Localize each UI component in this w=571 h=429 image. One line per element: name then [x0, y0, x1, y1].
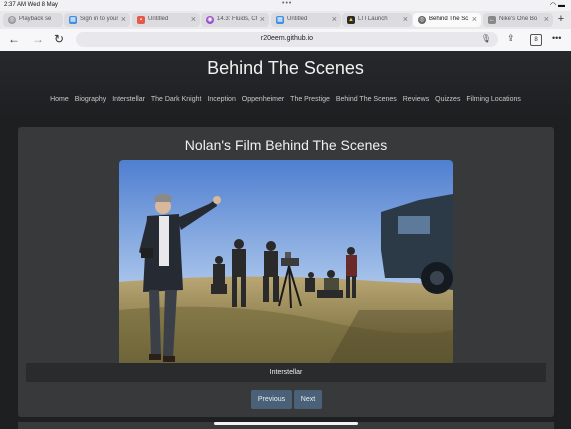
lti-icon: ▲: [347, 16, 355, 24]
gallery-card: Nolan's Film Behind The Scenes Interstel…: [18, 127, 554, 417]
microphone-icon[interactable]: 🎙: [481, 34, 491, 43]
previous-button[interactable]: Previous: [251, 390, 292, 409]
nav-link-inception[interactable]: Inception: [207, 96, 235, 103]
close-icon[interactable]: ×: [544, 14, 549, 24]
nav-link-the-dark-knight[interactable]: The Dark Knight: [151, 96, 202, 103]
tab-untitled-doc[interactable]: ▪ Untitled ×: [132, 13, 200, 27]
nav-link-behind-the-scenes[interactable]: Behind The Scenes: [336, 96, 397, 103]
tab-label: 14.3: Fluids, Ch: [217, 16, 257, 22]
close-icon[interactable]: ×: [260, 14, 265, 24]
new-tab-button[interactable]: +: [555, 13, 567, 27]
nav-link-reviews[interactable]: Reviews: [403, 96, 429, 103]
nav-link-home[interactable]: Home: [50, 96, 69, 103]
status-bar: 2:37 AM Wed 8 May ••• ◠ ▬: [0, 0, 571, 11]
tab-lti-launch[interactable]: ▲ LTI Launch ×: [342, 13, 412, 27]
close-icon[interactable]: ×: [403, 14, 408, 24]
nav-link-oppenheimer[interactable]: Oppenheimer: [242, 96, 284, 103]
tab-label: Nike's One Bo: [499, 16, 538, 22]
home-indicator[interactable]: [214, 422, 358, 425]
tab-label: Behind The Sc: [429, 16, 469, 22]
tab-playback-session[interactable]: ◎ Playback sessi: [3, 13, 63, 27]
forward-icon[interactable]: →: [32, 32, 44, 46]
close-icon[interactable]: ×: [472, 14, 477, 24]
back-arrow-icon: ←: [488, 16, 496, 24]
tab-fluids[interactable]: ◉ 14.3: Fluids, Ch ×: [201, 13, 269, 27]
globe-icon: ◎: [8, 16, 16, 24]
chem-icon: ◉: [206, 16, 214, 24]
globe-icon: ◎: [418, 16, 426, 24]
doc-icon: ▪: [137, 16, 145, 24]
microsoft-icon: ▦: [69, 16, 77, 24]
status-time: 2:37 AM Wed 8 May: [4, 2, 58, 8]
site-nav: Home Biography Interstellar The Dark Kni…: [0, 96, 571, 103]
nav-link-interstellar[interactable]: Interstellar: [112, 96, 145, 103]
nav-link-biography[interactable]: Biography: [75, 96, 107, 103]
url-bar[interactable]: r20eem.github.io 🎙: [76, 32, 498, 47]
tab-nike[interactable]: ← Nike's One Bo ×: [483, 13, 553, 27]
tab-label: LTI Launch: [358, 16, 388, 22]
tab-label: Untitled: [148, 16, 169, 22]
behind-the-scenes-photo: [119, 160, 453, 381]
close-icon[interactable]: ×: [332, 14, 337, 24]
tab-label: Untitled: [287, 16, 308, 22]
url-text: r20eem.github.io: [260, 35, 314, 42]
back-icon[interactable]: ←: [8, 32, 20, 46]
tab-label: Sign in to your: [80, 16, 118, 22]
gallery-heading: Nolan's Film Behind The Scenes: [184, 137, 388, 153]
tab-sign-in[interactable]: ▦ Sign in to your ×: [64, 13, 130, 27]
nav-link-the-prestige[interactable]: The Prestige: [290, 96, 330, 103]
tabs-overview-icon[interactable]: 8: [530, 34, 542, 46]
address-toolbar: ← → ↻ r20eem.github.io 🎙 ⇪ 8 •••: [0, 29, 571, 52]
tab-strip: ◎ Playback sessi ▦ Sign in to your × ▪ U…: [0, 11, 571, 29]
microsoft-icon: ▦: [276, 16, 284, 24]
share-icon[interactable]: ⇪: [507, 33, 515, 44]
site-header: Behind The Scenes Home Biography Interst…: [0, 51, 571, 117]
nav-link-quizzes[interactable]: Quizzes: [435, 96, 460, 103]
close-icon[interactable]: ×: [191, 14, 196, 24]
multitask-dots-icon[interactable]: •••: [282, 0, 292, 7]
tab-behind-the-scenes[interactable]: ◎ Behind The Sc ×: [413, 13, 481, 27]
more-icon[interactable]: •••: [552, 33, 561, 43]
site-title: Behind The Scenes: [207, 58, 364, 78]
wifi-battery-icon: ◠ ▬: [549, 2, 565, 9]
tab-untitled-office[interactable]: ▦ Untitled ×: [271, 13, 341, 27]
next-button[interactable]: Next: [294, 390, 322, 409]
reload-icon[interactable]: ↻: [54, 32, 64, 46]
nav-link-filming-locations[interactable]: Filming Locations: [466, 96, 520, 103]
close-icon[interactable]: ×: [121, 14, 126, 24]
tab-label: Playback sessi: [19, 16, 51, 22]
photo-caption: Interstellar: [26, 363, 546, 382]
